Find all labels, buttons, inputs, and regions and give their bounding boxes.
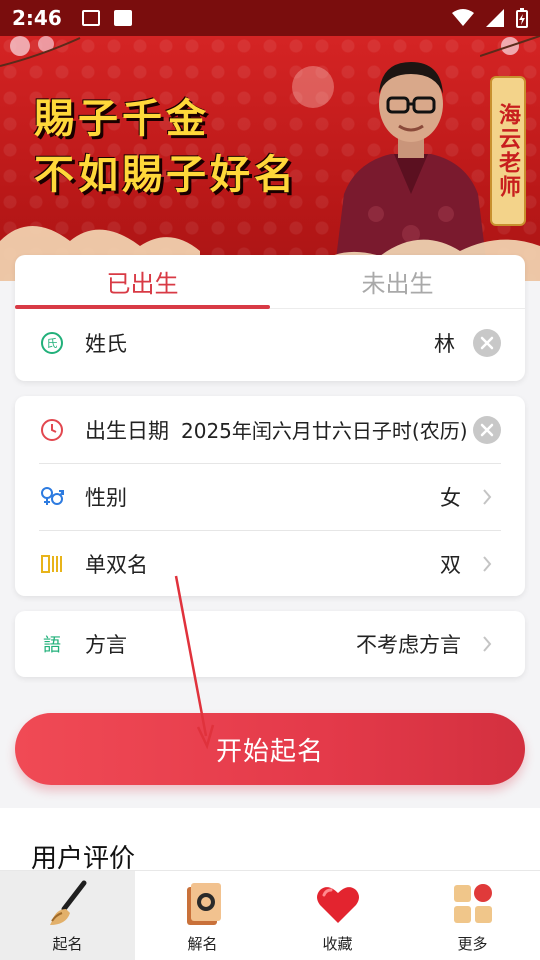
nav-item-more[interactable]: 更多: [405, 871, 540, 960]
clear-surname-icon[interactable]: [473, 328, 501, 357]
nav-label-naming: 起名: [52, 935, 83, 953]
clear-birth-date-icon[interactable]: [473, 415, 501, 444]
scroll-icon: [186, 883, 221, 925]
nav-label-interpret: 解名: [187, 935, 218, 953]
dialect-label: 方言: [85, 633, 127, 657]
single-double-name-icon: [39, 551, 65, 577]
gender-label: 性别: [85, 485, 127, 510]
more-grid-icon: [453, 884, 492, 923]
surname-value[interactable]: 林: [434, 328, 455, 358]
promo-banner[interactable]: 賜子千金 不如賜子好名 海云老师: [0, 36, 540, 281]
dialect-value: 不考虑方言: [356, 633, 461, 657]
svg-text:氏: 氏: [47, 337, 58, 350]
status-bar: 2:46: [0, 0, 540, 36]
status-time: 2:46: [12, 6, 62, 30]
moon-decoration: [292, 66, 334, 108]
surname-icon: 氏: [39, 330, 65, 356]
nav-item-favorites[interactable]: 收藏: [270, 871, 405, 960]
user-reviews-section: 用户评价: [0, 808, 540, 874]
name-length-label: 单双名: [85, 552, 148, 577]
name-length-row[interactable]: 单双名 双: [15, 530, 525, 597]
teacher-name: 海云老师: [495, 103, 521, 199]
name-input-card: 已出生 未出生 氏 姓氏 林: [15, 255, 525, 381]
start-naming-button[interactable]: 开始起名: [15, 713, 525, 785]
gender-row[interactable]: 性别 女: [15, 463, 525, 530]
heart-icon: [316, 887, 359, 923]
bottom-navigation: 起名 解名 收藏 更多: [0, 870, 540, 960]
wifi-icon: [452, 9, 474, 26]
battery-icon: [516, 8, 528, 28]
dialect-icon: 語: [39, 631, 65, 657]
banner-slogan-line1: 賜子千金: [34, 95, 210, 142]
gender-value: 女: [440, 485, 461, 510]
chevron-right-icon: [473, 488, 501, 506]
dialect-card: 語 方言 不考虑方言: [15, 611, 525, 677]
chevron-right-icon: [473, 635, 501, 653]
birth-info-card: 出生日期 2025年闰六月廿六日子时(农历) 性别 女 单双名 双: [15, 396, 525, 596]
name-length-value: 双: [440, 552, 461, 577]
gallery-notification-icon: [81, 10, 100, 26]
text-notification-icon: [113, 10, 132, 26]
nav-label-more: 更多: [457, 935, 488, 953]
brush-icon: [49, 880, 86, 925]
gender-icon: [39, 484, 65, 510]
surname-row[interactable]: 氏 姓氏 林: [15, 309, 525, 376]
svg-text:語: 語: [43, 635, 61, 656]
dialect-row[interactable]: 語 方言 不考虑方言: [15, 611, 525, 677]
clock-icon: [39, 417, 65, 443]
birth-date-label: 出生日期: [85, 418, 169, 443]
birth-date-value[interactable]: 2025年闰六月廿六日子时(农历): [181, 415, 468, 444]
tab-unborn[interactable]: 未出生: [270, 255, 525, 308]
birth-status-tabs: 已出生 未出生: [15, 255, 525, 309]
birth-date-row[interactable]: 出生日期 2025年闰六月廿六日子时(农历): [15, 396, 525, 463]
nav-item-interpret[interactable]: 解名: [135, 871, 270, 960]
banner-slogan-line2: 不如賜子好名: [34, 151, 298, 198]
signal-icon: [486, 9, 504, 27]
surname-label: 姓氏: [85, 331, 127, 356]
tab-born[interactable]: 已出生: [15, 255, 270, 309]
blossom-decoration-right: [480, 36, 540, 57]
nav-label-favorites: 收藏: [322, 935, 353, 953]
nav-item-naming[interactable]: 起名: [0, 871, 135, 960]
chevron-right-icon: [473, 555, 501, 573]
